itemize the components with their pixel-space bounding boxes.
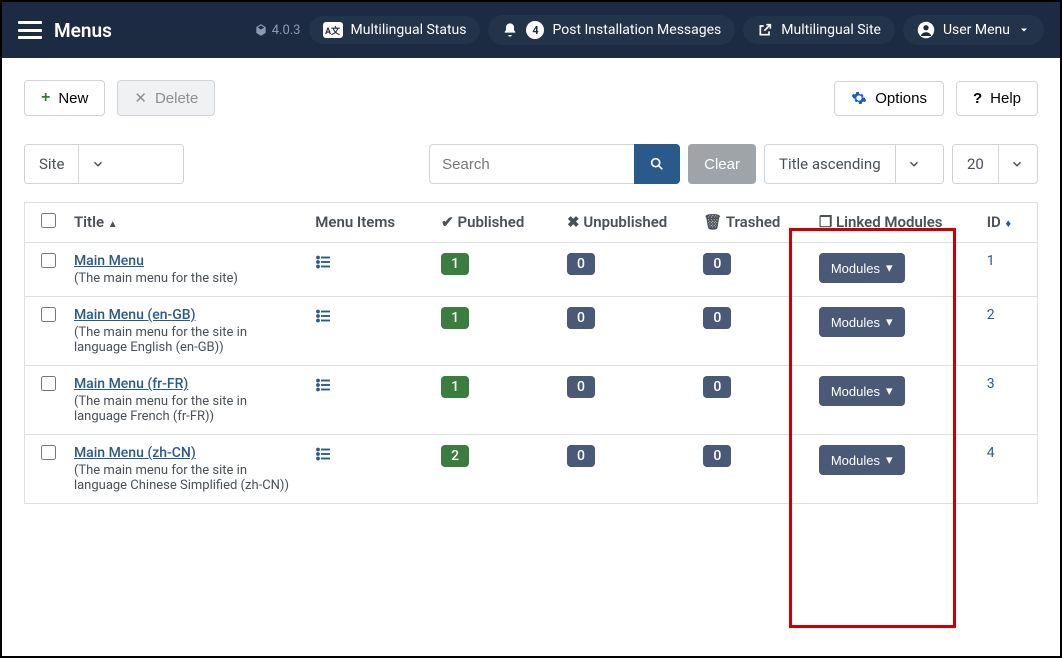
top-bar: Menus 4.0.3 A文 Multilingual Status 4 Pos… (2, 2, 1060, 58)
client-select[interactable]: Site (24, 144, 184, 184)
clear-button[interactable]: Clear (688, 144, 756, 184)
table-row: Main Menu(The main menu for the site) 1 … (25, 243, 1038, 297)
post-install-messages-button[interactable]: 4 Post Installation Messages (488, 15, 735, 45)
row-id: 3 (979, 366, 1038, 435)
table-row: Main Menu (zh-CN) (The main menu for the … (25, 435, 1038, 504)
check-icon: ✔ (441, 213, 454, 231)
user-menu-button[interactable]: User Menu (903, 15, 1044, 45)
version-label: 4.0.3 (254, 23, 301, 38)
options-button[interactable]: Options (834, 81, 944, 116)
modules-dropdown-button[interactable]: Modules ▾ (819, 307, 905, 337)
bell-icon (502, 22, 518, 38)
menu-items-link[interactable] (315, 376, 425, 394)
column-published[interactable]: ✔ Published (433, 203, 559, 243)
new-button[interactable]: + New (24, 80, 105, 116)
search-button[interactable] (634, 144, 680, 184)
delete-button[interactable]: ✕ Delete (117, 80, 215, 116)
sort-asc-icon: ▲ (108, 219, 118, 230)
menu-description: (The main menu for the site in language … (74, 463, 299, 493)
help-button[interactable]: ? Help (956, 81, 1038, 116)
menu-items-link[interactable] (315, 307, 425, 325)
modules-dropdown-button[interactable]: Modules ▾ (819, 253, 905, 283)
row-checkbox[interactable] (41, 307, 56, 322)
notification-count: 4 (526, 21, 544, 39)
trashed-count[interactable]: 0 (703, 253, 731, 275)
menu-description: (The main menu for the site) (74, 271, 299, 286)
table-row: Main Menu (en-GB) (The main menu for the … (25, 297, 1038, 366)
action-toolbar: + New ✕ Delete Options ? Help (24, 80, 1038, 116)
published-count[interactable]: 2 (441, 445, 469, 467)
row-checkbox[interactable] (41, 376, 56, 391)
trash-icon: 🗑 (703, 213, 722, 231)
menu-toggle-icon[interactable] (18, 21, 42, 39)
row-checkbox[interactable] (41, 445, 56, 460)
caret-down-icon: ▾ (886, 260, 893, 276)
column-linked-modules: ❒ Linked Modules (811, 203, 979, 243)
language-icon: A文 (323, 22, 343, 38)
multilingual-site-button[interactable]: Multilingual Site (743, 16, 895, 44)
joomla-icon (254, 23, 268, 37)
cube-icon: ❒ (819, 213, 832, 231)
caret-down-icon: ▾ (886, 383, 893, 399)
modules-dropdown-button[interactable]: Modules ▾ (819, 376, 905, 406)
menu-description: (The main menu for the site in language … (74, 325, 299, 355)
question-icon: ? (973, 90, 982, 107)
multilingual-status-button[interactable]: A文 Multilingual Status (309, 16, 481, 44)
unpublished-count[interactable]: 0 (567, 376, 595, 398)
column-title[interactable]: Title ▲ (66, 203, 307, 243)
chevron-down-icon (1018, 24, 1030, 36)
menus-table: Title ▲ Menu Items ✔ Published ✖ Unpubli… (24, 202, 1038, 504)
external-link-icon (757, 22, 773, 38)
menu-items-link[interactable] (315, 253, 425, 271)
column-trashed[interactable]: 🗑 Trashed (695, 203, 810, 243)
limit-select[interactable]: 20 (952, 144, 1038, 184)
column-id[interactable]: ID ♦ (979, 203, 1038, 243)
column-unpublished[interactable]: ✖ Unpublished (559, 203, 695, 243)
row-id: 1 (979, 243, 1038, 297)
row-id: 2 (979, 297, 1038, 366)
filter-bar: Site Clear Title ascending 20 (24, 144, 1038, 184)
sort-select[interactable]: Title ascending (764, 144, 944, 184)
table-row: Main Menu (fr-FR) (The main menu for the … (25, 366, 1038, 435)
menu-title-link[interactable]: Main Menu (74, 253, 144, 269)
menu-items-link[interactable] (315, 445, 425, 463)
menu-title-link[interactable]: Main Menu (fr-FR) (74, 376, 188, 392)
plus-icon: + (41, 89, 50, 107)
published-count[interactable]: 1 (441, 253, 469, 275)
unpublished-count[interactable]: 0 (567, 307, 595, 329)
close-icon: ✖ (567, 213, 580, 231)
menu-title-link[interactable]: Main Menu (en-GB) (74, 307, 196, 323)
trashed-count[interactable]: 0 (703, 445, 731, 467)
modules-dropdown-button[interactable]: Modules ▾ (819, 445, 905, 475)
trashed-count[interactable]: 0 (703, 307, 731, 329)
caret-down-icon: ▾ (886, 314, 893, 330)
page-title: Menus (54, 19, 254, 42)
close-icon: ✕ (134, 89, 147, 107)
column-menu-items: Menu Items (307, 203, 433, 243)
chevron-down-icon (998, 145, 1036, 183)
user-icon (917, 21, 935, 39)
published-count[interactable]: 1 (441, 376, 469, 398)
menu-description: (The main menu for the site in language … (74, 394, 299, 424)
row-id: 4 (979, 435, 1038, 504)
select-all-checkbox[interactable] (41, 213, 56, 228)
sort-icon: ♦ (1003, 217, 1011, 230)
search-input[interactable] (429, 144, 634, 184)
search-icon (649, 156, 665, 172)
unpublished-count[interactable]: 0 (567, 445, 595, 467)
unpublished-count[interactable]: 0 (567, 253, 595, 275)
trashed-count[interactable]: 0 (703, 376, 731, 398)
published-count[interactable]: 1 (441, 307, 469, 329)
chevron-down-icon (895, 145, 933, 183)
menu-title-link[interactable]: Main Menu (zh-CN) (74, 445, 196, 461)
row-checkbox[interactable] (41, 253, 56, 268)
caret-down-icon: ▾ (886, 452, 893, 468)
gear-icon (851, 90, 867, 106)
chevron-down-icon (78, 145, 116, 183)
